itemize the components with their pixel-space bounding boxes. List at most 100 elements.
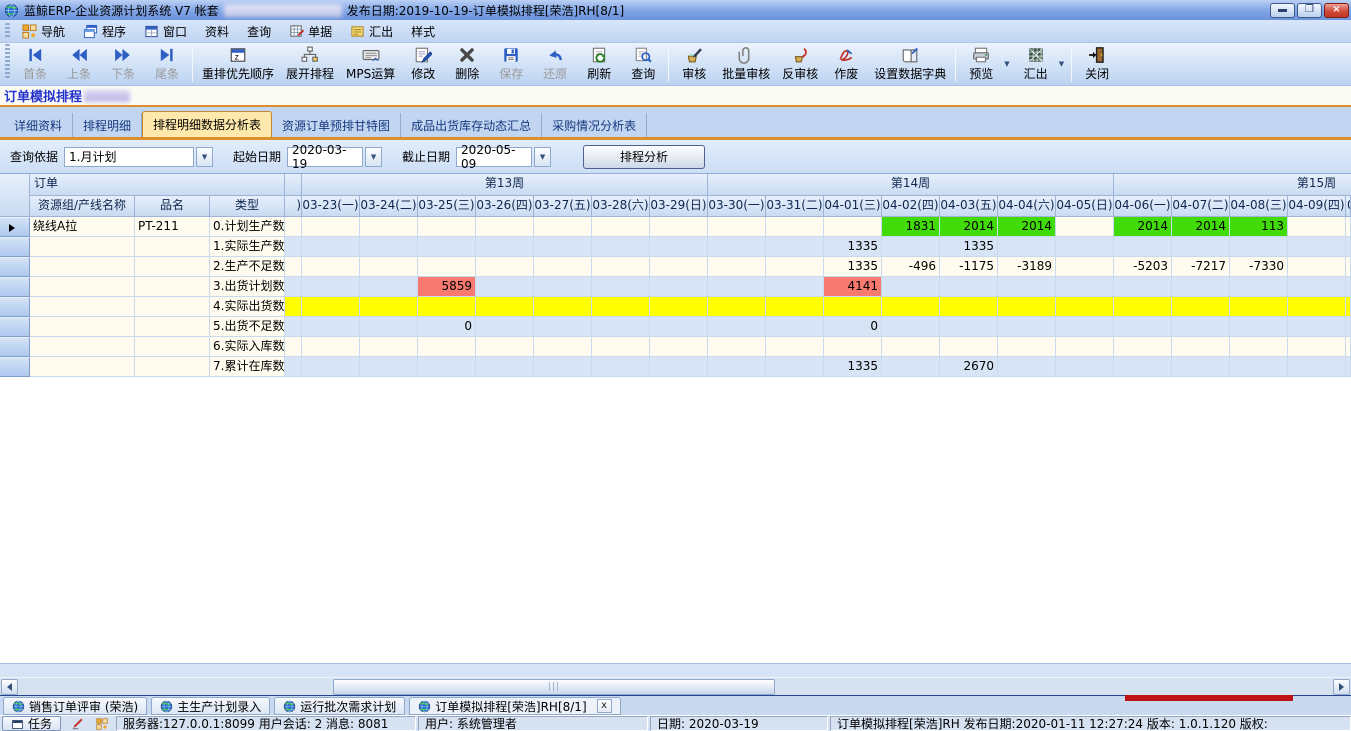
data-cell[interactable]: 2014 [998,217,1056,237]
tab-1[interactable]: 详细资料 [4,113,73,137]
data-cell[interactable] [766,257,824,277]
data-cell[interactable] [1056,317,1114,337]
toolbar-button-20[interactable]: 汇出 [1014,44,1058,84]
toolbar-button-12[interactable]: 刷新 [577,44,621,84]
end-date-dropdown-button[interactable]: ▼ [534,147,551,167]
data-cell[interactable] [476,257,534,277]
data-cell[interactable]: 2014 [1172,217,1230,237]
data-cell[interactable] [882,337,940,357]
data-cell[interactable] [766,237,824,257]
data-cell[interactable] [766,337,824,357]
data-cell[interactable] [940,297,998,317]
clipped-right-data-cell[interactable] [1346,217,1351,237]
dropdown-caret-icon[interactable]: ▼ [1059,60,1064,68]
task-tab-1[interactable]: 销售订单评审 (荣浩) [3,697,147,715]
data-cell[interactable]: -5203 [1114,257,1172,277]
task-tab-close-button[interactable]: x [597,699,612,713]
date-column-header-6[interactable]: 03-28(六) [592,196,650,217]
resource-cell[interactable]: 绕线A拉 [30,217,135,237]
clipped-left-data-cell[interactable] [285,297,302,317]
clipped-left-data-cell[interactable] [285,317,302,337]
data-cell[interactable] [592,297,650,317]
data-cell[interactable] [1056,357,1114,377]
data-cell[interactable] [302,357,360,377]
product-cell[interactable] [135,297,210,317]
product-cell[interactable] [135,317,210,337]
data-cell[interactable] [1172,237,1230,257]
toolbar-button-16[interactable]: 反审核 [776,44,824,84]
row-type-cell[interactable]: 0.计划生产数 [210,217,285,237]
data-cell[interactable] [534,297,592,317]
resource-cell[interactable] [30,257,135,277]
data-cell[interactable]: 5859 [418,277,476,297]
data-cell[interactable] [476,217,534,237]
data-cell[interactable]: 2014 [940,217,998,237]
data-cell[interactable] [476,357,534,377]
date-column-header-2[interactable]: 03-24(二) [360,196,418,217]
row-selector-cell[interactable] [0,277,30,297]
data-cell[interactable] [824,337,882,357]
data-cell[interactable] [1288,357,1346,377]
data-cell[interactable] [476,277,534,297]
toolbar-grip[interactable] [5,23,10,39]
close-button[interactable]: × [1324,3,1349,18]
resource-cell[interactable] [30,297,135,317]
data-cell[interactable] [708,237,766,257]
data-cell[interactable] [302,317,360,337]
resource-cell[interactable] [30,277,135,297]
data-cell[interactable] [1114,357,1172,377]
row-type-cell[interactable]: 1.实际生产数 [210,237,285,257]
data-cell[interactable] [302,297,360,317]
date-column-header-7[interactable]: 03-29(日) [650,196,708,217]
schedule-analysis-button[interactable]: 排程分析 [583,145,705,169]
data-cell[interactable] [360,317,418,337]
data-cell[interactable] [1172,277,1230,297]
row-type-cell[interactable]: 6.实际入库数 [210,337,285,357]
data-cell[interactable] [1288,317,1346,337]
data-cell[interactable] [1172,317,1230,337]
data-cell[interactable] [302,337,360,357]
tab-4[interactable]: 资源订单预排甘特图 [272,113,401,137]
row-type-cell[interactable]: 7.累计在库数 [210,357,285,377]
clipped-right-data-cell[interactable] [1346,357,1351,377]
data-cell[interactable] [708,337,766,357]
toolbar-button-18[interactable]: 设置数据字典 [868,44,952,84]
data-cell[interactable] [418,217,476,237]
data-cell[interactable] [1114,337,1172,357]
data-cell[interactable]: 0 [824,317,882,337]
row-type-cell[interactable]: 5.出货不足数 [210,317,285,337]
data-cell[interactable] [534,237,592,257]
data-cell[interactable] [1288,277,1346,297]
data-cell[interactable] [302,277,360,297]
clipped-left-data-cell[interactable] [285,237,302,257]
data-cell[interactable] [1056,297,1114,317]
menu-item-4[interactable]: 资料 [196,21,238,42]
data-cell[interactable]: -1175 [940,257,998,277]
date-column-header-16[interactable]: 04-07(二) [1172,196,1230,217]
minimize-button[interactable] [1270,3,1295,18]
fixed-column-header-3[interactable]: 类型 [210,196,285,217]
data-cell[interactable] [650,297,708,317]
menu-item-7[interactable]: 汇出 [341,21,402,42]
data-cell[interactable]: 1335 [824,237,882,257]
toolbar-button-2[interactable]: 上条 [57,44,101,84]
resource-cell[interactable] [30,337,135,357]
query-basis-field[interactable]: 1.月计划 [64,147,194,167]
menu-item-8[interactable]: 样式 [402,21,444,42]
data-cell[interactable] [476,237,534,257]
nav-grid-small-icon[interactable] [90,716,114,731]
data-cell[interactable] [1230,317,1288,337]
data-cell[interactable] [1114,277,1172,297]
data-cell[interactable] [998,357,1056,377]
data-cell[interactable] [824,217,882,237]
row-selector-cell[interactable] [0,217,30,237]
date-column-header-9[interactable]: 03-31(二) [766,196,824,217]
data-cell[interactable] [998,237,1056,257]
order-group-header[interactable]: 订单 [30,174,285,196]
toolbar-button-15[interactable]: 批量审核 [716,44,776,84]
clipped-left-column-header[interactable]: ) [285,196,302,217]
product-cell[interactable] [135,237,210,257]
data-cell[interactable] [592,257,650,277]
row-type-cell[interactable]: 2.生产不足数 [210,257,285,277]
data-cell[interactable] [1114,237,1172,257]
